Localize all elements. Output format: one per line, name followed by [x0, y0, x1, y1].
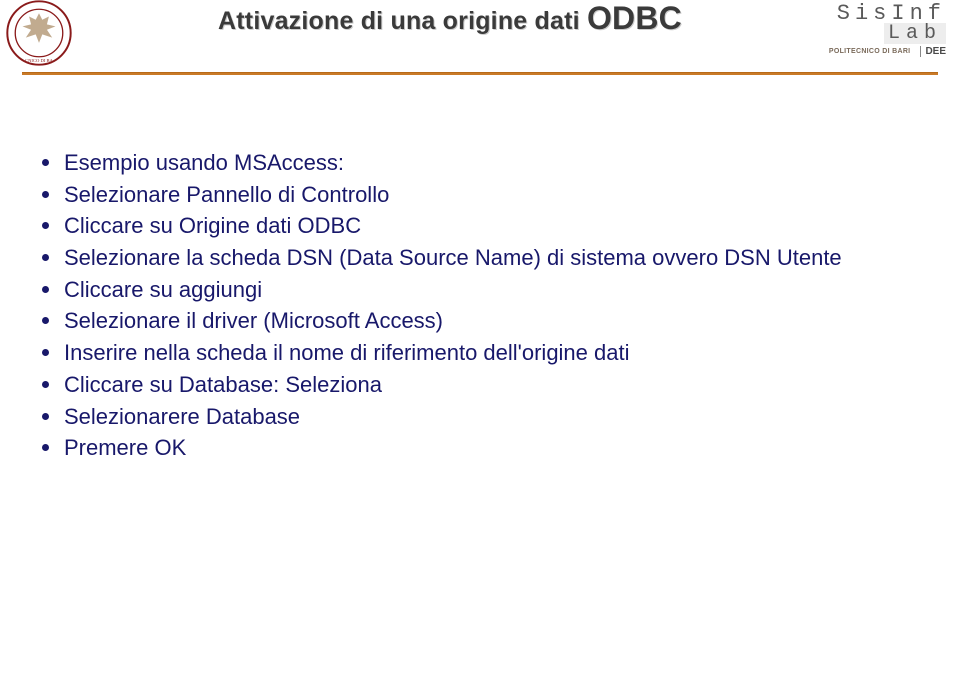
list-item: Selezionarere Database [36, 402, 920, 432]
list-item: Selezionare il driver (Microsoft Access) [36, 306, 920, 336]
list-item: Cliccare su Database: Seleziona [36, 370, 920, 400]
list-item: Selezionare la scheda DSN (Data Source N… [36, 243, 920, 273]
list-item: Selezionare Pannello di Controllo [36, 180, 920, 210]
list-item: Cliccare su Origine dati ODBC [36, 211, 920, 241]
content-area: Esempio usando MSAccess: Selezionare Pan… [36, 148, 920, 465]
svg-text:CNICO DI BA: CNICO DI BA [25, 58, 54, 63]
list-item: Cliccare su aggiungi [36, 275, 920, 305]
slide-title: Attivazione di una origine dati ODBC [0, 0, 960, 37]
list-item: Premere OK [36, 433, 920, 463]
slide-header: CNICO DI BA Attivazione di una origine d… [0, 0, 960, 66]
header-divider [22, 72, 938, 75]
bullet-list: Esempio usando MSAccess: Selezionare Pan… [36, 148, 920, 463]
brand-sub-1: POLITECNICO DI BARI [829, 48, 911, 55]
title-prefix: Attivazione di una origine dati [218, 7, 587, 35]
brand-block: SisInf Lab POLITECNICO DI BARI DEE [822, 2, 946, 57]
title-suffix: ODBC [587, 0, 682, 36]
brand-sub-2: DEE [920, 46, 946, 57]
brand-line-2: Lab [884, 23, 946, 44]
list-item: Esempio usando MSAccess: [36, 148, 920, 178]
list-item: Inserire nella scheda il nome di riferim… [36, 338, 920, 368]
